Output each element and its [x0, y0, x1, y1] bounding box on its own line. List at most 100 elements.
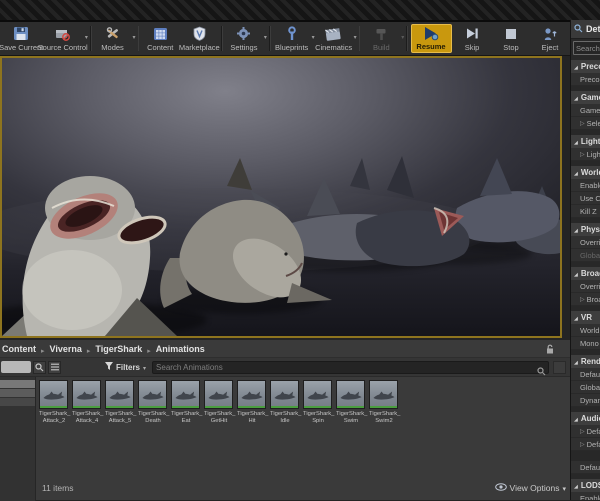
asset-tile[interactable]: TigerShark_ Death — [138, 380, 169, 425]
details-section-header[interactable]: Audio — [571, 412, 600, 425]
tab-details[interactable]: Details — [571, 20, 600, 39]
details-row[interactable]: Selected GameMode — [571, 117, 600, 130]
asset-thumbnail[interactable] — [270, 380, 299, 409]
cinematics-button[interactable]: Cinematics — [315, 22, 357, 55]
details-section-header[interactable]: Precomputed Visibility — [571, 60, 600, 73]
stop-icon — [505, 26, 517, 42]
details-section-header[interactable]: World — [571, 166, 600, 179]
asset-thumbnail[interactable] — [105, 380, 134, 409]
details-search-input[interactable] — [573, 41, 600, 55]
source-control-button[interactable]: Source Control — [38, 22, 88, 55]
shark-thumbnail-icon — [142, 391, 164, 400]
details-section-header[interactable]: Game Mode — [571, 91, 600, 104]
asset-thumbnail[interactable] — [303, 380, 332, 409]
asset-tile[interactable]: TigerShark_ Attack_4 — [72, 380, 103, 425]
source-row[interactable] — [0, 398, 35, 406]
details-row[interactable]: Use Client Side Level Streaming — [571, 192, 600, 205]
modes-button[interactable]: Modes — [94, 22, 136, 55]
filters-button[interactable]: Filters — [105, 362, 146, 372]
asset-thumbnail[interactable] — [237, 380, 266, 409]
details-row[interactable]: Enable World Bounds Checks — [571, 179, 600, 192]
save-current-button[interactable]: Save Current — [0, 22, 43, 55]
details-row[interactable]: Precompute Visibility — [571, 73, 600, 86]
details-row[interactable]: Global Gravity Z — [571, 249, 600, 262]
save-search-button[interactable] — [553, 360, 566, 374]
asset-tile[interactable]: TigerShark_ Swim2 — [369, 380, 401, 425]
asset-thumbnail[interactable] — [39, 380, 68, 409]
asset-thumbnail[interactable] — [171, 380, 200, 409]
asset-tile[interactable]: TigerShark_ Eat — [171, 380, 202, 425]
details-section-header[interactable]: VR — [571, 311, 600, 324]
filter-funnel-icon — [105, 362, 113, 372]
details-row[interactable]: Dynamic Indirect Shadows — [571, 394, 600, 407]
blueprints-button[interactable]: Blueprints — [273, 22, 315, 55]
details-row[interactable]: Default Max Distance Field — [571, 368, 600, 381]
sources-panel[interactable] — [0, 377, 36, 501]
asset-thumbnail[interactable] — [72, 380, 101, 409]
chevron-down-icon[interactable] — [264, 34, 267, 41]
content-search-input[interactable] — [152, 360, 549, 374]
search-icon — [574, 20, 583, 38]
details-section-header[interactable]: Broadphase — [571, 267, 600, 280]
details-row[interactable]: Mono Culling Distance — [571, 337, 600, 350]
asset-thumbnail[interactable] — [336, 380, 365, 409]
details-row[interactable]: Global Distance Field View Distance — [571, 381, 600, 394]
asset-tile[interactable]: TigerShark_ Swim — [336, 380, 367, 425]
asset-tile[interactable]: TigerShark_ Attack_2 — [39, 380, 70, 425]
content-button[interactable]: Content — [141, 22, 180, 55]
resume-button[interactable]: Resume — [411, 24, 452, 53]
main-toolbar: Save Current Source Control Modes Conten… — [0, 22, 570, 56]
details-row[interactable]: GameMode Override — [571, 104, 600, 117]
asset-label: TigerShark_ Swim2 — [369, 411, 401, 424]
asset-tile[interactable]: TigerShark_ GetHit — [204, 380, 235, 425]
search-toggle-button[interactable] — [33, 360, 46, 374]
chevron-down-icon[interactable] — [133, 34, 136, 41]
details-row[interactable]: Default Reverb Settings — [571, 425, 600, 438]
details-row[interactable]: Enable Hierarchical LODSystem — [571, 492, 600, 500]
breadcrumb-item[interactable]: Content — [2, 344, 36, 354]
asset-tile[interactable]: TigerShark_ Spin — [303, 380, 334, 425]
chevron-down-icon[interactable] — [354, 34, 357, 41]
level-viewport[interactable] — [0, 56, 562, 338]
details-row[interactable]: Default Ambient Zone Settings — [571, 438, 600, 451]
asset-tile[interactable]: TigerShark_ Idle — [270, 380, 301, 425]
sources-search-input[interactable] — [1, 361, 31, 373]
details-row[interactable]: Broadphase Settings — [571, 293, 600, 306]
chevron-down-icon[interactable] — [85, 34, 88, 41]
blueprints-label: Blueprints — [274, 42, 309, 52]
skip-button[interactable]: Skip — [453, 22, 492, 55]
marketplace-button[interactable]: Marketplace — [179, 22, 220, 55]
cinematics-label: Cinematics — [315, 42, 353, 52]
lock-icon[interactable] — [546, 344, 554, 354]
details-row[interactable]: Default Base Sound Mix — [571, 461, 600, 474]
details-section-header[interactable]: Rendering — [571, 355, 600, 368]
source-row[interactable] — [0, 380, 35, 388]
details-row[interactable]: Lightmass Settings — [571, 148, 600, 161]
shark-thumbnail-icon — [175, 391, 197, 400]
sources-list-toggle-button[interactable] — [48, 360, 61, 374]
breadcrumb-item[interactable]: Animations — [156, 344, 205, 354]
details-row[interactable]: Override Default Broadphase Settings — [571, 280, 600, 293]
asset-thumbnail[interactable] — [204, 380, 233, 409]
details-section-title: World — [580, 168, 600, 177]
details-row[interactable]: Override World Gravity — [571, 236, 600, 249]
details-row[interactable]: World to Meters — [571, 324, 600, 337]
details-section-header[interactable]: Lightmass — [571, 135, 600, 148]
view-options-button[interactable]: View Options — [494, 483, 566, 493]
breadcrumb-item[interactable]: TigerShark — [95, 344, 142, 354]
toolbar-separator — [89, 26, 92, 51]
asset-tile[interactable]: TigerShark_ Attack_5 — [105, 380, 136, 425]
animation-type-color-bar — [238, 406, 265, 408]
asset-thumbnail[interactable] — [138, 380, 167, 409]
stop-button[interactable]: Stop — [492, 22, 531, 55]
details-row[interactable]: Kill Z — [571, 205, 600, 218]
eject-button[interactable]: Eject — [531, 22, 570, 55]
asset-tile[interactable]: TigerShark_ Hit — [237, 380, 268, 425]
breadcrumb-item[interactable]: Viverna — [50, 344, 82, 354]
details-section-header[interactable]: Physics — [571, 223, 600, 236]
details-section-header[interactable]: LODSystem — [571, 479, 600, 492]
asset-thumbnail[interactable] — [369, 380, 398, 409]
settings-button[interactable]: Settings — [225, 22, 267, 55]
source-row[interactable] — [0, 389, 35, 397]
modes-label: Modes — [101, 42, 124, 52]
